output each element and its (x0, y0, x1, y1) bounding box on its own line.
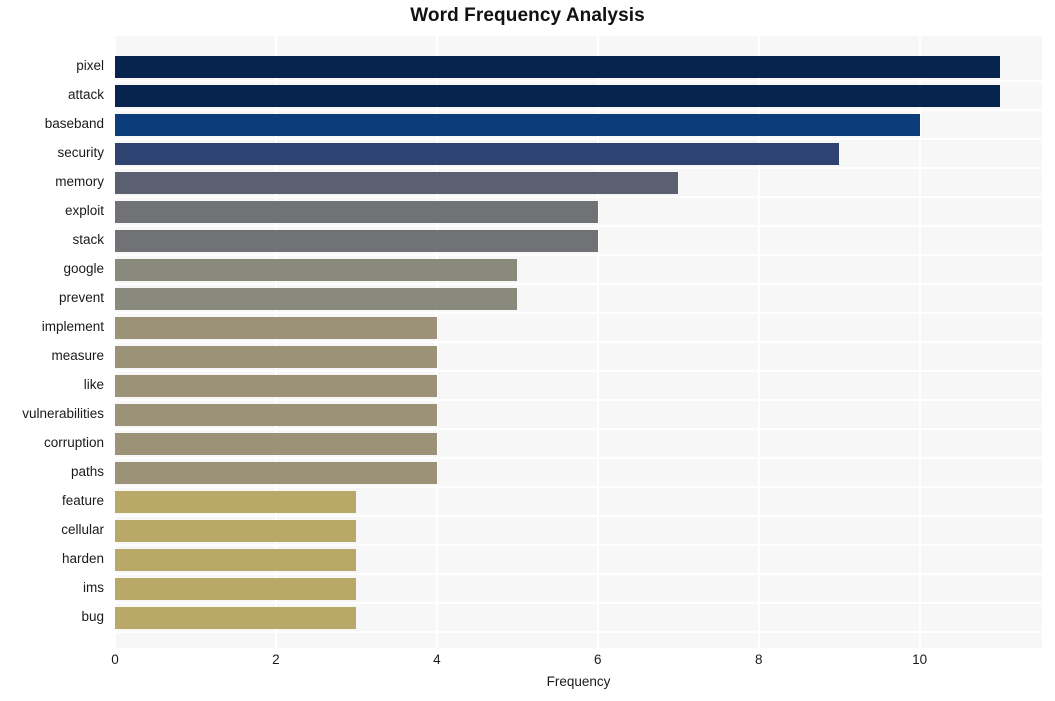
bar-fill (115, 56, 1001, 78)
x-axis-tick-label: 0 (111, 652, 119, 667)
horizontal-gridline (115, 428, 1042, 430)
horizontal-gridline (115, 457, 1042, 459)
horizontal-gridline (115, 573, 1042, 575)
horizontal-gridline (115, 225, 1042, 227)
y-axis-tick-label: baseband (44, 116, 104, 131)
bar (115, 85, 1001, 107)
bar-fill (115, 172, 679, 194)
bar (115, 201, 598, 223)
bar (115, 375, 437, 397)
horizontal-gridline (115, 544, 1042, 546)
horizontal-gridline (115, 486, 1042, 488)
bar (115, 346, 437, 368)
bar (115, 143, 840, 165)
bar-fill (115, 85, 1001, 107)
y-axis-tick-label: vulnerabilities (22, 406, 104, 421)
horizontal-gridline (115, 370, 1042, 372)
x-axis-label: Frequency (546, 674, 611, 689)
y-axis-tick-label: feature (61, 493, 104, 508)
bar-fill (115, 578, 357, 600)
horizontal-gridline (115, 254, 1042, 256)
y-axis-tick-label: security (57, 145, 104, 160)
bar-fill (115, 259, 518, 281)
bar-fill (115, 143, 840, 165)
plot-area (115, 36, 1042, 648)
horizontal-gridline (115, 109, 1042, 111)
bar-fill (115, 549, 357, 571)
horizontal-gridline (115, 341, 1042, 343)
y-axis-tick-label: pixel (76, 58, 104, 73)
x-axis-tick-label: 6 (594, 652, 602, 667)
bar (115, 230, 598, 252)
horizontal-gridline (115, 196, 1042, 198)
y-axis-tick-label: implement (41, 319, 104, 334)
horizontal-gridline (115, 515, 1042, 517)
bar-fill (115, 375, 437, 397)
y-axis-tick-label: stack (72, 232, 104, 247)
y-axis-tick-label: corruption (43, 435, 104, 450)
horizontal-gridline (115, 631, 1042, 633)
bar-fill (115, 288, 518, 310)
page-title: Word Frequency Analysis (410, 5, 645, 26)
bar-fill (115, 433, 437, 455)
chart-figure: Word Frequency Analysis pixel attack baseb… (0, 0, 1055, 701)
bar (115, 520, 357, 542)
y-axis-tick-label: cellular (61, 522, 104, 537)
horizontal-gridline (115, 399, 1042, 401)
bar (115, 491, 357, 513)
y-axis-tick-label: measure (51, 348, 104, 363)
horizontal-gridline (115, 167, 1042, 169)
bar (115, 433, 437, 455)
horizontal-gridline (115, 283, 1042, 285)
y-axis-tick-label: paths (70, 464, 104, 479)
x-axis-tick-label: 10 (912, 652, 928, 667)
y-axis-tick-label: prevent (58, 290, 104, 305)
y-axis-tick-label: bug (81, 609, 104, 624)
y-axis-tick-label: harden (61, 551, 104, 566)
horizontal-gridline (115, 80, 1042, 82)
y-axis-tick-label: memory (55, 174, 104, 189)
bar-fill (115, 491, 357, 513)
bar (115, 114, 920, 136)
bar-fill (115, 404, 437, 426)
bar-fill (115, 520, 357, 542)
bar (115, 549, 357, 571)
bar-fill (115, 230, 598, 252)
horizontal-gridline (115, 312, 1042, 314)
y-axis-tick-label: like (83, 377, 104, 392)
bar (115, 462, 437, 484)
bar (115, 288, 518, 310)
bar (115, 317, 437, 339)
x-axis-tick-label: 8 (754, 652, 763, 667)
horizontal-gridline (115, 138, 1042, 140)
bar-fill (115, 462, 437, 484)
bar (115, 56, 1001, 78)
bar (115, 607, 357, 629)
horizontal-gridline (115, 602, 1042, 604)
bar (115, 172, 679, 194)
bar (115, 578, 357, 600)
bar (115, 259, 518, 281)
bar-fill (115, 201, 598, 223)
y-axis-tick-label: attack (67, 87, 104, 102)
bar-fill (115, 114, 920, 136)
bar-fill (115, 317, 437, 339)
x-axis-tick-label: 2 (272, 652, 280, 667)
y-axis-tick-label: ims (83, 580, 104, 595)
y-axis-tick-label: google (63, 261, 104, 276)
x-axis-tick-label: 4 (433, 652, 441, 667)
bar-fill (115, 607, 357, 629)
bar (115, 404, 437, 426)
y-axis-tick-label: exploit (64, 203, 104, 218)
bar-fill (115, 346, 437, 368)
